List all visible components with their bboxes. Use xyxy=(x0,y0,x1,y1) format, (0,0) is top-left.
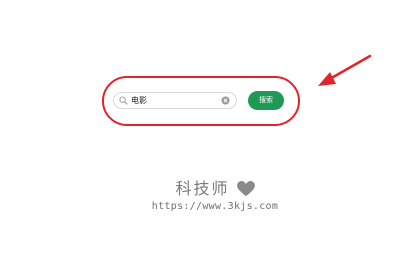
watermark-title: 科技师 xyxy=(175,179,230,198)
clear-icon[interactable] xyxy=(221,96,230,105)
heart-icon xyxy=(236,181,255,197)
watermark-url: https://www.3kjs.com xyxy=(151,201,279,212)
arrow-annotation xyxy=(318,54,372,86)
search-input[interactable] xyxy=(131,93,217,108)
search-button[interactable]: 搜索 xyxy=(248,91,284,110)
search-box[interactable] xyxy=(113,92,237,109)
watermark: 科技师 https://www.3kjs.com xyxy=(150,178,280,214)
search-icon xyxy=(119,96,128,105)
